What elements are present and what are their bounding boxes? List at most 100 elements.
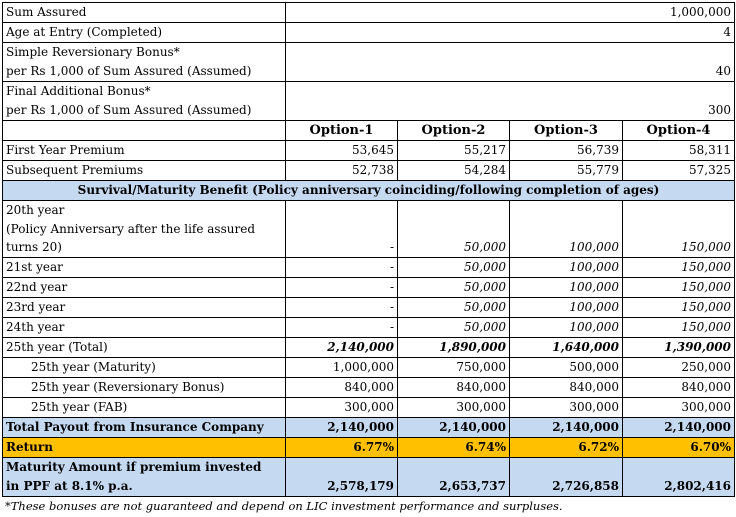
option-4-header: Option-4 [621,120,736,141]
year-20-row-c: turns 20) - 50,000 100,000 150,000 [2,238,736,258]
benefit-cell: - [285,238,398,258]
part-cell: 750,000 [397,357,510,378]
benefit-cell: 150,000 [621,238,736,258]
premium-cell: 56,739 [509,140,623,161]
payout-cell: 2,140,000 [285,417,398,438]
year-25-part-row: 25th year (Reversionary Bonus) 840,000 8… [2,377,736,398]
year-25-part-row: 25th year (Maturity) 1,000,000 750,000 5… [2,357,736,378]
benefit-cell: 100,000 [509,277,623,298]
year-20-label-2: (Policy Anniversary after the life assur… [2,220,286,238]
ppf-row-b: in PPF at 8.1% p.a. 2,578,179 2,653,737 … [2,477,736,497]
section-title: Survival/Maturity Benefit (Policy annive… [1,180,736,201]
premium-cell: 52,738 [285,160,398,181]
benefit-cell: 100,000 [509,257,623,278]
srb-row-2: per Rs 1,000 of Sum Assured (Assumed) 40 [2,62,736,82]
option-header-row: Option-1 Option-2 Option-3 Option-4 [2,120,736,141]
benefit-cell: 50,000 [397,257,510,278]
benefit-cell: 50,000 [397,277,510,298]
srb-row-1: Simple Reversionary Bonus* [2,42,736,62]
fab-label-2: per Rs 1,000 of Sum Assured (Assumed) [2,101,286,121]
benefit-cell: 150,000 [621,297,736,318]
subsequent-premium-row: Subsequent Premiums 52,738 54,284 55,779… [2,160,736,181]
ppf-label-1: Maturity Amount if premium invested [2,457,286,477]
section-header-row: Survival/Maturity Benefit (Policy annive… [1,180,736,201]
benefit-cell: 150,000 [621,277,736,298]
age-label: Age at Entry (Completed) [2,22,286,43]
part-cell: 840,000 [397,377,510,398]
option-2-header: Option-2 [397,120,510,141]
premium-cell: 57,325 [621,160,736,181]
fab-row-1: Final Additional Bonus* [2,81,736,101]
year-row: 22nd year - 50,000 100,000 150,000 [2,277,736,298]
first-premium-row: First Year Premium 53,645 55,217 56,739 … [2,140,736,161]
benefit-cell: 50,000 [397,238,510,258]
year-row: 21st year - 50,000 100,000 150,000 [2,257,736,278]
payout-cell: 2,140,000 [509,417,623,438]
policy-illustration: Sum Assured 1,000,000 Age at Entry (Comp… [1,2,736,513]
fab-row-2: per Rs 1,000 of Sum Assured (Assumed) 30… [2,101,736,121]
ppf-label-2: in PPF at 8.1% p.a. [2,477,286,497]
year-25-part-label: 25th year (Maturity) [2,357,286,378]
part-cell: 1,000,000 [285,357,398,378]
bonus-footnote: *These bonuses are not guaranteed and de… [5,499,563,513]
return-cell: 6.70% [621,437,736,458]
benefit-cell: 100,000 [509,238,623,258]
year-label: 23rd year [2,297,286,318]
part-cell: 500,000 [509,357,623,378]
benefit-cell: 150,000 [621,257,736,278]
year-20-label-1: 20th year [2,200,286,220]
year-label: 24th year [2,317,286,338]
benefit-cell: - [285,297,398,318]
year-25-part-label: 25th year (Reversionary Bonus) [2,377,286,398]
total-cell: 1,390,000 [621,337,736,358]
option-1-header: Option-1 [285,120,398,141]
benefit-cell: 100,000 [509,297,623,318]
part-cell: 300,000 [285,397,398,418]
total-cell: 1,640,000 [509,337,623,358]
benefit-cell: - [285,317,398,338]
part-cell: 250,000 [621,357,736,378]
total-payout-label: Total Payout from Insurance Company [2,417,286,438]
year-20-row-b: (Policy Anniversary after the life assur… [2,220,736,238]
payout-cell: 2,140,000 [621,417,736,438]
return-row: Return 6.77% 6.74% 6.72% 6.70% [2,437,736,458]
ppf-cell: 2,726,858 [509,477,623,497]
return-cell: 6.77% [285,437,398,458]
part-cell: 840,000 [509,377,623,398]
year-20-row-a: 20th year [2,200,736,220]
premium-cell: 54,284 [397,160,510,181]
benefit-cell: 100,000 [509,317,623,338]
year-row: 23rd year - 50,000 100,000 150,000 [2,297,736,318]
benefit-cell: - [285,277,398,298]
part-cell: 300,000 [397,397,510,418]
benefit-cell: - [285,257,398,278]
premium-cell: 55,217 [397,140,510,161]
total-payout-row: Total Payout from Insurance Company 2,14… [2,417,736,438]
age-value: 4 [284,22,736,43]
premium-cell: 58,311 [621,140,736,161]
benefit-cell: 150,000 [621,317,736,338]
year-row: 24th year - 50,000 100,000 150,000 [2,317,736,338]
srb-label-1: Simple Reversionary Bonus* [2,42,286,62]
year-20-label-3: turns 20) [2,238,286,258]
year-25-part-row: 25th year (FAB) 300,000 300,000 300,000 … [2,397,736,418]
fab-label-1: Final Additional Bonus* [2,81,286,101]
part-cell: 840,000 [285,377,398,398]
ppf-cell: 2,578,179 [285,477,398,497]
fab-value: 300 [284,101,736,121]
return-cell: 6.74% [397,437,510,458]
sum-assured-row: Sum Assured 1,000,000 [2,2,736,23]
part-cell: 300,000 [621,397,736,418]
payout-cell: 2,140,000 [397,417,510,438]
ppf-row-a: Maturity Amount if premium invested [2,457,736,477]
year-25-part-label: 25th year (FAB) [2,397,286,418]
benefit-cell: 50,000 [397,317,510,338]
part-cell: 300,000 [509,397,623,418]
return-label: Return [2,437,286,458]
srb-value: 40 [284,62,736,82]
year-label: 22nd year [2,277,286,298]
srb-label-2: per Rs 1,000 of Sum Assured (Assumed) [2,62,286,82]
total-cell: 1,890,000 [397,337,510,358]
premium-cell: 55,779 [509,160,623,181]
year-25-total-label: 25th year (Total) [2,337,286,358]
